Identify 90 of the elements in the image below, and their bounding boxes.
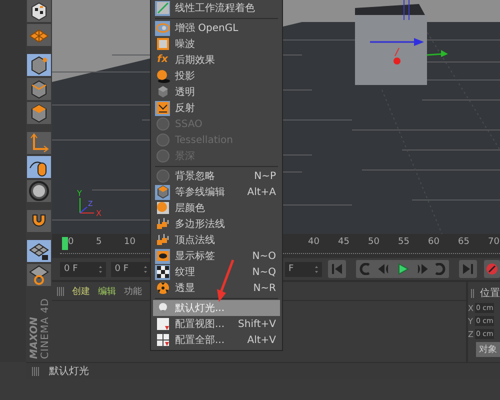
frame-number: 50 [368, 237, 380, 247]
menu-item[interactable]: 多边形法线 [153, 216, 280, 232]
grip-icon [57, 286, 64, 296]
record-button[interactable] [484, 260, 500, 278]
grid-lock-icon [29, 243, 49, 260]
axis-label: X [96, 209, 102, 218]
menu-item[interactable]: 增强 OpenGL [153, 20, 280, 36]
step-forward-icon [416, 264, 428, 274]
skip-end-icon [462, 264, 474, 274]
menu-item[interactable]: 显示标签 N~O [153, 248, 280, 264]
ball-shadow-icon [156, 70, 170, 83]
grip-icon [471, 288, 474, 298]
circle-icon [156, 118, 169, 130]
skip-start-icon [331, 264, 344, 274]
axis-label: X [468, 304, 474, 312]
magnet-icon [32, 214, 46, 226]
frame-number: 40 [308, 237, 320, 247]
circle-icon [156, 150, 169, 162]
menu-title[interactable]: 创建 [72, 284, 90, 298]
frame-number: 70 [488, 237, 500, 247]
menu-item[interactable]: 反射 [153, 100, 280, 116]
axis-icon [30, 133, 49, 152]
window-icon [156, 318, 168, 330]
menu-item[interactable]: 纹理 N~Q [153, 264, 280, 280]
axis-gizmo-drawing [80, 198, 94, 214]
toolbar-button[interactable] [27, 102, 51, 124]
noise-square-icon [156, 38, 168, 50]
menu-item[interactable]: 顶点法线 [153, 232, 280, 248]
toolbar-button[interactable] [27, 78, 51, 100]
stepper-icon[interactable] [315, 266, 318, 272]
menu-item[interactable]: 等参线编辑 Alt+A [153, 184, 280, 200]
menu-item[interactable]: 透显 N~R [153, 280, 280, 296]
grid-plane-icon [29, 29, 49, 43]
menu-item[interactable]: 投影 [153, 68, 280, 84]
stepper-icon[interactable] [144, 266, 147, 272]
menu-title[interactable]: 功能 [124, 284, 142, 298]
status-text: 默认灯光 [49, 364, 89, 378]
frame-number: 45 [338, 237, 350, 247]
menu-item[interactable]: 线性工作流程着色 [153, 0, 280, 16]
axis-label: Z [468, 330, 474, 338]
radiation-icon [156, 282, 168, 294]
frame-field[interactable]: 0 F [60, 262, 106, 276]
frame-number: 5 [96, 237, 103, 247]
menu-item[interactable]: 背景忽略 N~P [153, 168, 280, 184]
frame-number: 65 [458, 237, 470, 247]
brand-logo: MAXON [29, 316, 40, 359]
axis-label: Y [77, 189, 82, 198]
grip-icon [32, 366, 39, 376]
menu-item[interactable]: fx 后期效果 [153, 52, 280, 68]
menu-item[interactable]: 层颜色 [153, 200, 280, 216]
frame-number: 10 [124, 237, 136, 247]
panel-title: 位置 [480, 286, 500, 300]
annotation-arrow [217, 260, 234, 302]
cube-icon [157, 85, 168, 99]
sphere-icon [156, 202, 168, 214]
blocks-icon [156, 234, 168, 245]
stepper-icon[interactable] [98, 266, 102, 272]
toolbar-button[interactable] [27, 180, 51, 202]
menu-item[interactable]: 配置全部... Alt+V [153, 332, 280, 348]
fx-icon: fx [157, 55, 168, 65]
cube-face-icon [32, 104, 46, 123]
bulb-icon [158, 303, 166, 313]
frame-field[interactable]: F [284, 262, 322, 276]
toolbar-button[interactable] [27, 156, 51, 178]
object-dropdown[interactable]: 对象 [476, 342, 500, 357]
frame-number: 0 [68, 237, 75, 247]
step-back-icon [378, 264, 390, 274]
toolbar-button[interactable] [27, 210, 51, 232]
cube-edge-icon [32, 80, 46, 99]
axis-label: Y [468, 316, 474, 326]
go-to-start-button[interactable] [328, 260, 346, 278]
toolbar-button[interactable] [27, 240, 51, 262]
grid-refresh-icon [29, 265, 49, 285]
cube-point-icon [32, 56, 48, 75]
toolbar-button[interactable] [27, 0, 51, 22]
grid-icon [156, 334, 169, 346]
menu-item[interactable]: 透明 [153, 84, 280, 100]
toolbar-button[interactable] [27, 54, 51, 76]
menu-item[interactable]: 配置视图... Shift+V [153, 316, 280, 332]
frame-number: 60 [428, 237, 440, 247]
blocks-icon [156, 218, 168, 229]
mouse-icon [30, 162, 46, 176]
circle-icon [156, 134, 169, 146]
menu-item[interactable]: 噪波 [153, 36, 280, 52]
go-to-end-button[interactable] [459, 260, 478, 278]
frame-field[interactable]: 0 F [110, 262, 151, 276]
product-name: CINEMA 4D [40, 298, 51, 359]
frame-number: 55 [398, 237, 410, 247]
menu-title[interactable]: 编辑 [98, 284, 116, 298]
toolbar-button[interactable] [27, 264, 51, 286]
